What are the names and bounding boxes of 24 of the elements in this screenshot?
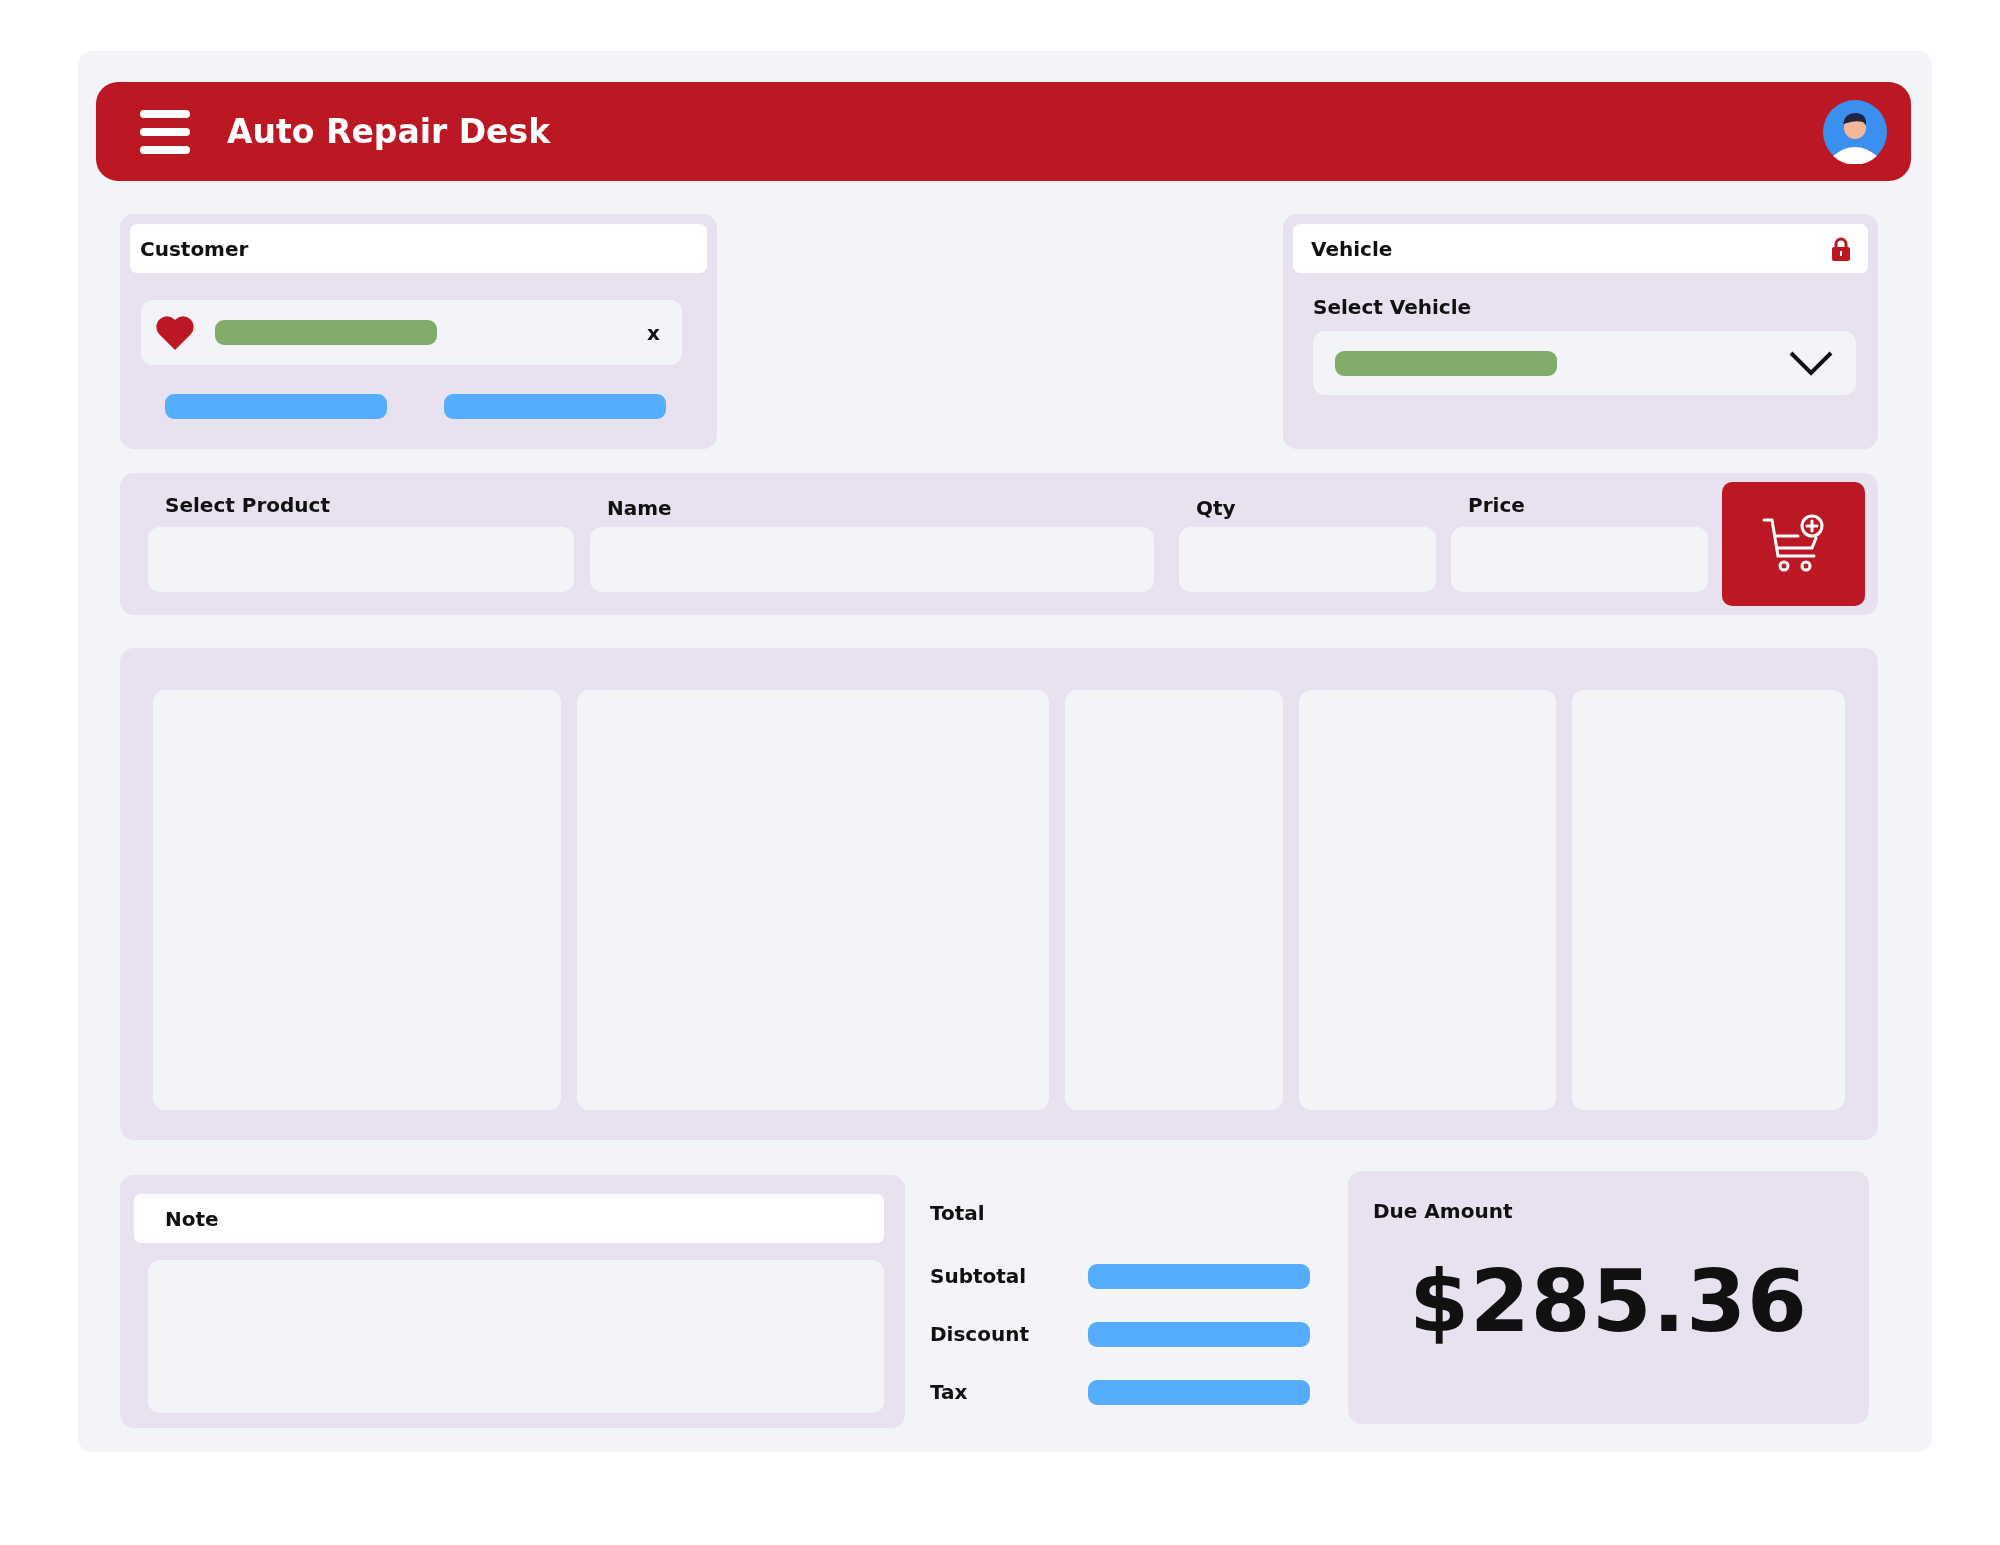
due-amount-label: Due Amount xyxy=(1373,1199,1514,1223)
field-label: Select Product xyxy=(164,493,331,519)
total-label: Subtotal xyxy=(930,1264,1028,1288)
chevron-down-icon xyxy=(1788,350,1834,376)
heart-icon xyxy=(155,314,195,351)
vehicle-dropdown[interactable] xyxy=(1313,331,1856,395)
select-vehicle-label: Select Vehicle xyxy=(1313,295,1473,319)
due-amount-value: $285.36 xyxy=(1408,1251,1809,1351)
note-heading: Note xyxy=(134,1194,884,1243)
cart-plus-icon[interactable] xyxy=(1722,482,1865,606)
total-label: Tax xyxy=(930,1380,969,1404)
total-label: Discount xyxy=(930,1322,1030,1346)
lock-icon xyxy=(1832,236,1850,261)
avatar-icon[interactable] xyxy=(1823,99,1887,164)
app-title: Auto Repair Desk xyxy=(227,112,551,151)
field-label: Price xyxy=(1467,493,1526,519)
clear-button[interactable]: x xyxy=(647,320,660,345)
selected-customer-field[interactable]: x xyxy=(141,300,682,365)
totals-heading: Total xyxy=(930,1201,986,1225)
field-label: Name xyxy=(606,495,673,522)
menu-icon[interactable] xyxy=(140,109,190,154)
field-label: Qty xyxy=(1195,495,1237,522)
customer-heading: Customer xyxy=(130,224,707,273)
vehicle-heading: Vehicle xyxy=(1311,236,1393,261)
